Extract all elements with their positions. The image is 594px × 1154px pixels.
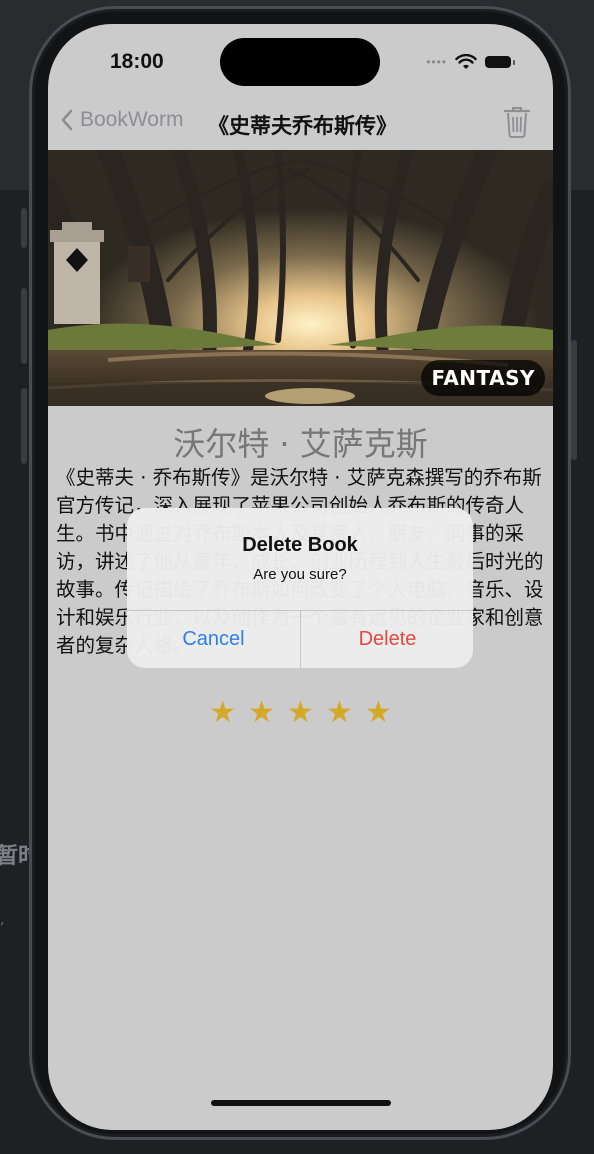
rating-stars: ★ ★ ★ ★ ★ <box>48 698 553 728</box>
author-name: 沃尔特 · 艾萨克斯 <box>173 425 428 463</box>
alert-message: Are you sure? <box>253 566 347 583</box>
genre-badge: FANTASY <box>421 360 545 396</box>
star-icon: ★ <box>248 695 276 730</box>
signal-icon: •••• <box>426 55 447 69</box>
dynamic-island <box>220 38 380 86</box>
confirm-delete-button[interactable]: Delete <box>301 610 473 668</box>
alert-title: Delete Book <box>242 534 358 556</box>
volume-up-button <box>21 288 27 364</box>
phone-screen: 18:00 •••• BookWorm 《史蒂夫乔布斯传》 FANTASY 沃尔… <box>48 24 553 1130</box>
mute-switch <box>21 208 27 248</box>
page-title: 《史蒂夫乔布斯传》 <box>208 114 397 138</box>
back-label: BookWorm <box>80 108 184 131</box>
book-cover-image: FANTASY <box>48 150 553 406</box>
star-icon: ★ <box>287 695 314 730</box>
wifi-icon <box>455 54 477 69</box>
star-icon: ★ <box>209 695 237 730</box>
chevron-left-icon <box>61 109 73 131</box>
volume-down-button <box>21 388 27 464</box>
status-icons: •••• <box>426 54 515 70</box>
status-time: 18:00 <box>110 50 164 73</box>
background-text: , <box>0 912 5 928</box>
delete-button[interactable] <box>503 106 531 143</box>
star-icon: ★ <box>325 695 353 730</box>
delete-alert: Delete Book Are you sure? Cancel Delete <box>127 508 473 668</box>
back-button[interactable]: BookWorm <box>60 108 183 132</box>
battery-icon <box>485 56 515 68</box>
navigation-bar: BookWorm 《史蒂夫乔布斯传》 <box>48 100 553 146</box>
cancel-button[interactable]: Cancel <box>127 610 300 668</box>
home-indicator <box>211 1100 391 1106</box>
star-icon: ★ <box>364 695 392 730</box>
power-button <box>571 340 577 460</box>
trash-icon <box>503 107 531 138</box>
